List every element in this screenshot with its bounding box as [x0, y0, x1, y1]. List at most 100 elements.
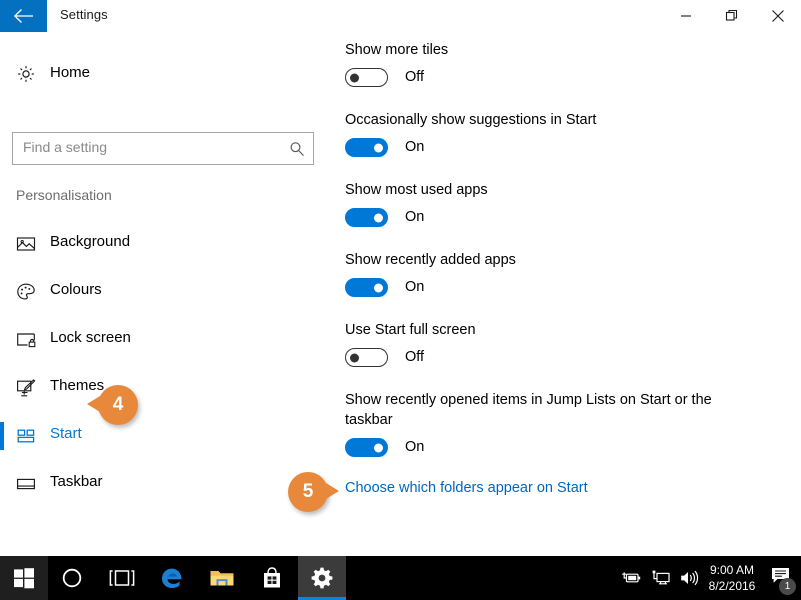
clock[interactable]: 9:00 AM 8/2/2016	[703, 562, 761, 594]
toggle-show-most-used-apps[interactable]	[345, 208, 388, 227]
settings-window: Settings Home Find a setting Personalisa…	[0, 0, 801, 556]
folder-icon	[210, 571, 234, 586]
sidebar-item-taskbar[interactable]: Taskbar	[0, 460, 325, 508]
toggle-show-jump-lists[interactable]	[345, 438, 388, 457]
store-button[interactable]	[248, 556, 296, 600]
setting-label: Show recently added apps	[345, 252, 516, 268]
toggle-row: On	[345, 138, 745, 160]
toggle-show-more-tiles[interactable]	[345, 68, 388, 87]
toggle-state-label: Off	[405, 349, 425, 365]
sidebar-item-colours[interactable]: Colours	[0, 268, 325, 316]
start-tiles-icon	[16, 426, 36, 446]
selection-accent-bar	[0, 422, 4, 450]
sidebar-item-background[interactable]: Background	[0, 220, 325, 268]
maximize-button[interactable]	[709, 0, 755, 32]
settings-button[interactable]	[298, 556, 346, 600]
setting-label: Show recently opened items in Jump Lists…	[345, 392, 712, 428]
search-box[interactable]	[12, 132, 314, 165]
toggle-row: On	[345, 278, 745, 300]
sidebar-item-label: Colours	[50, 281, 102, 298]
setting-show-recently-added-apps: Show recently added apps On	[345, 250, 745, 300]
gear-icon	[311, 567, 333, 589]
cortana-button[interactable]	[48, 556, 96, 600]
palette-icon	[16, 282, 36, 302]
callout-badge-4: 4	[87, 385, 138, 425]
toggle-state-label: On	[405, 139, 425, 155]
window-title: Settings	[60, 7, 108, 22]
sidebar-nav-list: Background Colours Lock screen Themes St…	[0, 220, 325, 508]
task-view-icon	[109, 570, 135, 586]
sidebar-home-label: Home	[50, 64, 91, 81]
toggle-knob	[374, 143, 383, 152]
task-view-button[interactable]	[98, 556, 146, 600]
toggle-knob	[374, 443, 383, 452]
network-monitor-icon[interactable]	[652, 570, 670, 591]
toggle-knob	[374, 283, 383, 292]
sidebar-item-start[interactable]: Start	[0, 412, 325, 460]
sidebar: Home Personalisation	[0, 32, 325, 556]
toggle-row: On	[345, 438, 730, 460]
taskbar: 9:00 AM 8/2/2016 1	[0, 556, 801, 600]
sidebar-item-label: Start	[50, 425, 82, 442]
windows-logo-icon	[14, 568, 34, 589]
content-pane: Show more tiles Off Occasionally show su…	[325, 32, 801, 556]
close-icon	[772, 10, 784, 22]
setting-show-more-tiles: Show more tiles Off	[345, 40, 745, 90]
search-icon	[289, 141, 305, 162]
callout-badge-5: 5	[288, 472, 339, 512]
store-bag-icon	[264, 567, 280, 588]
toggle-knob	[350, 73, 359, 82]
toggle-row: On	[345, 208, 745, 230]
search-input[interactable]	[23, 139, 278, 155]
edge-button[interactable]	[148, 556, 196, 600]
speaker-icon[interactable]	[680, 570, 699, 591]
toggle-state-label: Off	[405, 69, 425, 85]
clock-time: 9:00 AM	[709, 563, 755, 577]
cortana-circle-icon	[62, 568, 82, 588]
setting-label: Use Start full screen	[345, 322, 476, 338]
toggle-state-label: On	[405, 279, 425, 295]
clock-date: 8/2/2016	[708, 579, 756, 593]
sidebar-section-header: Personalisation	[16, 187, 112, 203]
close-button[interactable]	[755, 0, 801, 32]
sidebar-item-lock-screen[interactable]: Lock screen	[0, 316, 325, 364]
lock-screen-icon	[16, 330, 36, 350]
setting-label: Show more tiles	[345, 42, 449, 58]
picture-icon	[16, 234, 36, 254]
sidebar-item-themes[interactable]: Themes	[0, 364, 325, 412]
back-button[interactable]	[0, 0, 47, 32]
sidebar-item-label: Taskbar	[50, 473, 103, 490]
sidebar-item-label: Lock screen	[50, 329, 131, 346]
restore-icon	[725, 9, 738, 21]
callout-number: 5	[302, 481, 314, 502]
sidebar-item-home[interactable]: Home	[0, 54, 325, 94]
sidebar-item-label: Themes	[50, 377, 105, 394]
toggle-show-recently-added-apps[interactable]	[345, 278, 388, 297]
setting-label: Occasionally show suggestions in Start	[345, 112, 597, 128]
toggle-state-label: On	[405, 439, 425, 455]
toggle-state-label: On	[405, 209, 425, 225]
callout-number: 4	[112, 394, 124, 415]
taskbar-icon	[16, 474, 36, 494]
sidebar-item-label: Background	[50, 233, 131, 250]
setting-show-most-used-apps: Show most used apps On	[345, 180, 745, 230]
minimize-icon	[681, 15, 691, 17]
brush-icon	[16, 378, 36, 398]
toggle-row: Off	[345, 348, 745, 370]
toggle-show-suggestions[interactable]	[345, 138, 388, 157]
back-arrow-icon	[13, 9, 33, 23]
start-button[interactable]	[0, 556, 48, 600]
setting-use-start-full-screen: Use Start full screen Off	[345, 320, 745, 370]
setting-show-jump-lists: Show recently opened items in Jump Lists…	[345, 390, 730, 460]
choose-folders-link[interactable]: Choose which folders appear on Start	[345, 480, 588, 496]
notification-badge: 1	[779, 578, 796, 595]
minimize-button[interactable]	[663, 0, 709, 32]
setting-show-suggestions: Occasionally show suggestions in Start O…	[345, 110, 745, 160]
file-explorer-button[interactable]	[198, 556, 246, 600]
edge-icon	[162, 568, 182, 588]
gear-icon	[16, 64, 36, 84]
battery-plug-icon[interactable]	[621, 570, 641, 591]
title-bar: Settings	[0, 0, 801, 32]
action-center-button[interactable]: 1	[765, 556, 801, 600]
toggle-use-start-full-screen[interactable]	[345, 348, 388, 367]
